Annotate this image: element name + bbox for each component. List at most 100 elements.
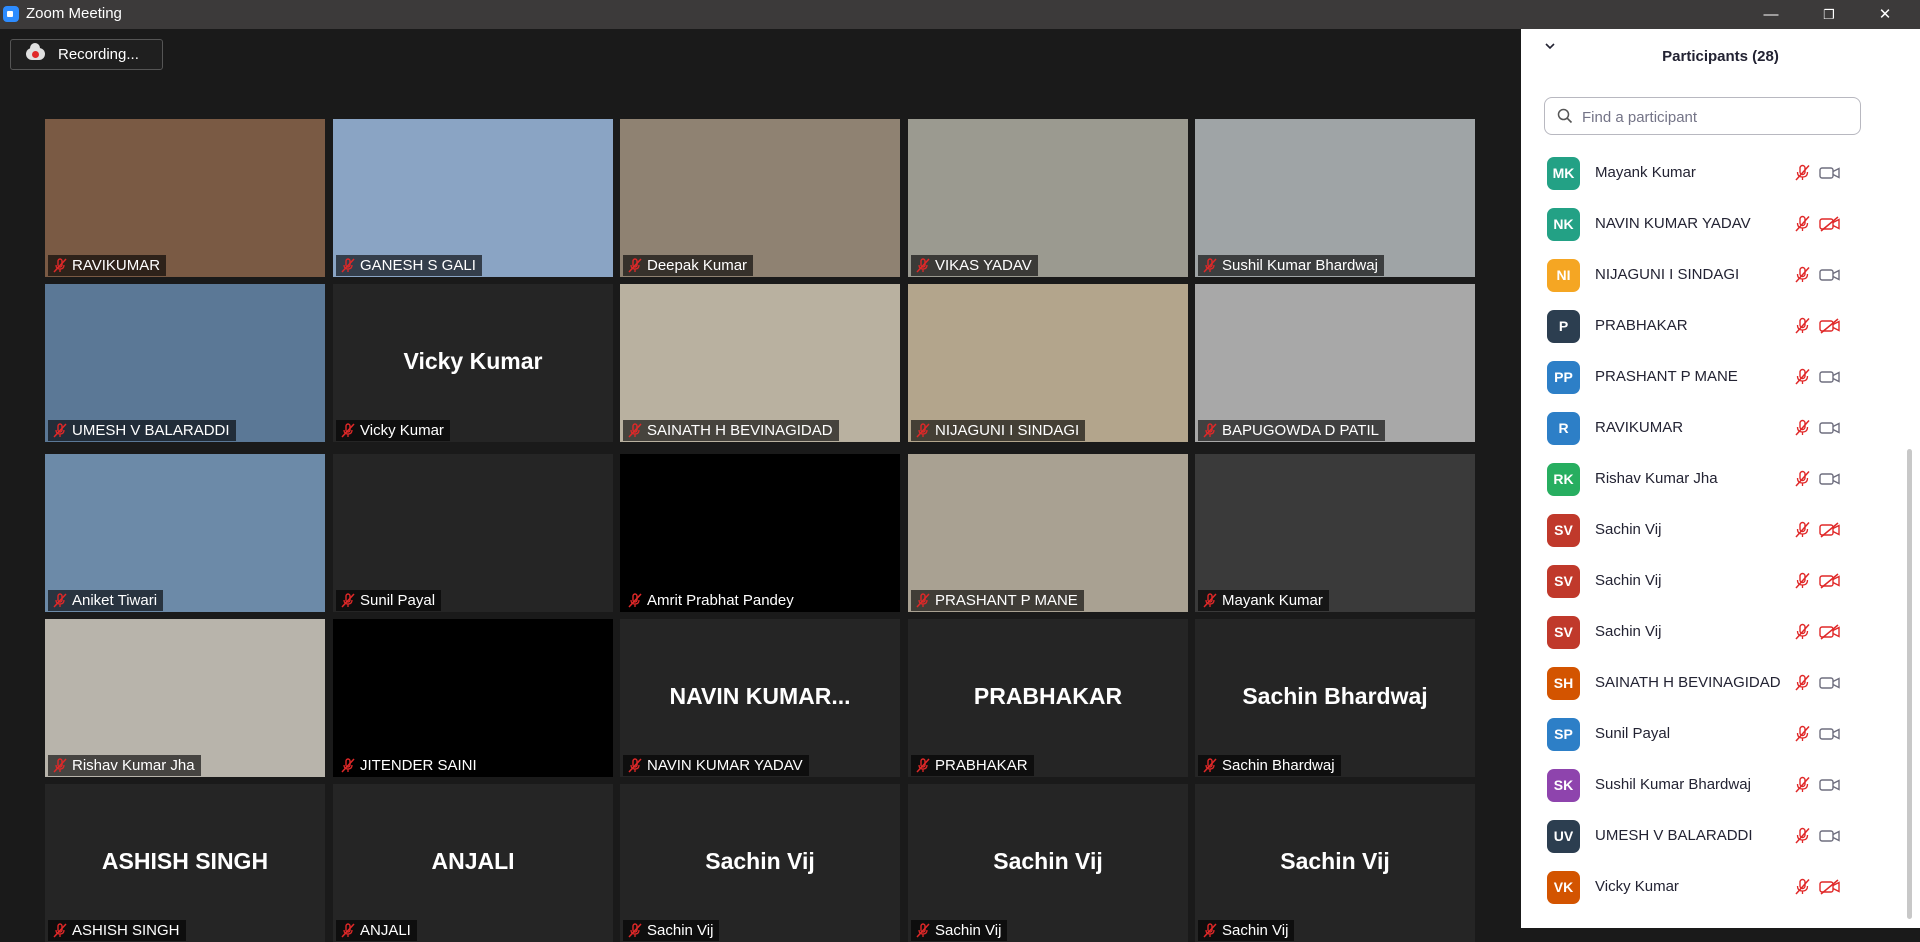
participant-row[interactable]: P PRABHAKAR [1521, 304, 1901, 348]
video-tile[interactable]: Sachin Bhardwaj Sachin Bhardwaj [1195, 619, 1475, 777]
mic-muted-icon [1203, 593, 1217, 608]
participant-list-scrollbar[interactable] [1907, 449, 1912, 919]
search-input[interactable] [1580, 104, 1854, 130]
tile-name-tag: VIKAS YADAV [911, 255, 1038, 276]
tile-name-tag: Sachin Vij [911, 920, 1008, 941]
mic-muted-icon[interactable] [1794, 215, 1811, 232]
tile-display-name: ASHISH SINGH [101, 848, 269, 874]
mic-muted-icon[interactable] [1794, 368, 1811, 385]
video-tile[interactable]: VIKAS YADAV [908, 119, 1188, 277]
participants-title: Participants (28) [1662, 48, 1779, 65]
tile-participant-name: Sachin Vij [647, 922, 714, 939]
video-tile[interactable]: RAVIKUMAR [45, 119, 325, 277]
video-tile[interactable]: ASHISH SINGH ASHISH SINGH [45, 784, 325, 942]
video-camera-icon[interactable] [1819, 777, 1841, 793]
video-off-icon[interactable] [1819, 624, 1841, 640]
close-button[interactable]: ✕ [1862, 0, 1908, 29]
participant-row[interactable]: VK Vicky Kumar [1521, 865, 1901, 909]
video-tile[interactable]: BAPUGOWDA D PATIL [1195, 284, 1475, 442]
mic-muted-icon[interactable] [1794, 878, 1811, 895]
mic-muted-icon[interactable] [1794, 419, 1811, 436]
video-tile[interactable]: NIJAGUNI I SINDAGI [908, 284, 1188, 442]
video-tile[interactable]: ANJALI ANJALI [333, 784, 613, 942]
video-tile[interactable]: JITENDER SAINI [333, 619, 613, 777]
participant-row[interactable]: R RAVIKUMAR [1521, 406, 1901, 450]
video-tile[interactable]: Sachin Vij Sachin Vij [908, 784, 1188, 942]
mic-muted-icon [628, 258, 642, 273]
participant-row[interactable]: SV Sachin Vij [1521, 559, 1901, 603]
participant-search[interactable] [1544, 97, 1861, 135]
video-camera-icon[interactable] [1819, 471, 1841, 487]
video-off-icon[interactable] [1819, 216, 1841, 232]
video-tile[interactable]: Deepak Kumar [620, 119, 900, 277]
participant-name: Rishav Kumar Jha [1595, 470, 1718, 487]
recording-button[interactable]: Recording... [10, 39, 163, 70]
participant-row[interactable]: MK Mayank Kumar [1521, 151, 1901, 195]
tile-participant-name: Sachin Vij [1222, 922, 1289, 939]
tile-display-name: Sachin Bhardwaj [1242, 683, 1428, 709]
cloud-recording-icon [26, 43, 45, 60]
mic-muted-icon[interactable] [1794, 470, 1811, 487]
video-tile[interactable]: Amrit Prabhat Pandey [620, 454, 900, 612]
tile-participant-name: Sunil Payal [360, 592, 436, 609]
participant-row[interactable]: SH SAINATH H BEVINAGIDAD [1521, 661, 1901, 705]
participant-row[interactable]: NI NIJAGUNI I SINDAGI [1521, 253, 1901, 297]
participant-video [333, 619, 613, 777]
mic-muted-icon [916, 758, 930, 773]
video-tile[interactable]: Aniket Tiwari [45, 454, 325, 612]
video-tile[interactable]: PRABHAKAR PRABHAKAR [908, 619, 1188, 777]
video-tile[interactable]: Mayank Kumar [1195, 454, 1475, 612]
video-tile[interactable]: Rishav Kumar Jha [45, 619, 325, 777]
mic-muted-icon[interactable] [1794, 674, 1811, 691]
mic-muted-icon[interactable] [1794, 572, 1811, 589]
mic-muted-icon [628, 758, 642, 773]
mic-muted-icon[interactable] [1794, 521, 1811, 538]
participant-row[interactable]: RK Rishav Kumar Jha [1521, 457, 1901, 501]
video-tile[interactable]: Vicky Kumar Vicky Kumar [333, 284, 613, 442]
mic-muted-icon[interactable] [1794, 776, 1811, 793]
restore-button[interactable]: ❐ [1806, 0, 1852, 29]
video-camera-icon[interactable] [1819, 675, 1841, 691]
video-camera-icon[interactable] [1819, 369, 1841, 385]
video-tile[interactable]: NAVIN KUMAR... NAVIN KUMAR YADAV [620, 619, 900, 777]
video-camera-icon[interactable] [1819, 267, 1841, 283]
participant-row[interactable]: SV Sachin Vij [1521, 508, 1901, 552]
video-camera-icon[interactable] [1819, 165, 1841, 181]
video-off-icon[interactable] [1819, 573, 1841, 589]
tile-name-tag: Sunil Payal [336, 590, 442, 611]
video-tile[interactable]: SAINATH H BEVINAGIDAD [620, 284, 900, 442]
mic-muted-icon[interactable] [1794, 725, 1811, 742]
video-tile[interactable]: Sachin Vij Sachin Vij [620, 784, 900, 942]
video-off-icon[interactable] [1819, 879, 1841, 895]
mic-muted-icon[interactable] [1794, 623, 1811, 640]
participant-row[interactable]: NK NAVIN KUMAR YADAV [1521, 202, 1901, 246]
video-tile[interactable]: Sunil Payal [333, 454, 613, 612]
participant-video [45, 284, 325, 442]
video-tile[interactable]: Sachin Vij Sachin Vij [1195, 784, 1475, 942]
participant-row[interactable]: UV UMESH V BALARADDI [1521, 814, 1901, 858]
mic-muted-icon[interactable] [1794, 164, 1811, 181]
video-camera-icon[interactable] [1819, 828, 1841, 844]
participant-row[interactable]: SP Sunil Payal [1521, 712, 1901, 756]
video-off-icon[interactable] [1819, 522, 1841, 538]
mic-muted-icon[interactable] [1794, 317, 1811, 334]
video-tile[interactable]: UMESH V BALARADDI [45, 284, 325, 442]
minimize-button[interactable]: — [1748, 0, 1794, 29]
participant-row[interactable]: SK Sushil Kumar Bhardwaj [1521, 763, 1901, 807]
participant-name: Mayank Kumar [1595, 164, 1696, 181]
mic-muted-icon[interactable] [1794, 827, 1811, 844]
video-camera-icon[interactable] [1819, 420, 1841, 436]
tile-participant-name: SAINATH H BEVINAGIDAD [647, 422, 833, 439]
participant-row[interactable]: PP PRASHANT P MANE [1521, 355, 1901, 399]
mic-muted-icon [341, 923, 355, 938]
avatar: SV [1547, 616, 1580, 649]
video-tile[interactable]: Sushil Kumar Bhardwaj [1195, 119, 1475, 277]
mic-muted-icon[interactable] [1794, 266, 1811, 283]
video-tile[interactable]: PRASHANT P MANE [908, 454, 1188, 612]
video-tile[interactable]: GANESH S GALI [333, 119, 613, 277]
participant-row[interactable]: SV Sachin Vij [1521, 610, 1901, 654]
participant-name: NIJAGUNI I SINDAGI [1595, 266, 1740, 283]
video-off-icon[interactable] [1819, 318, 1841, 334]
mic-muted-icon [53, 593, 67, 608]
video-camera-icon[interactable] [1819, 726, 1841, 742]
